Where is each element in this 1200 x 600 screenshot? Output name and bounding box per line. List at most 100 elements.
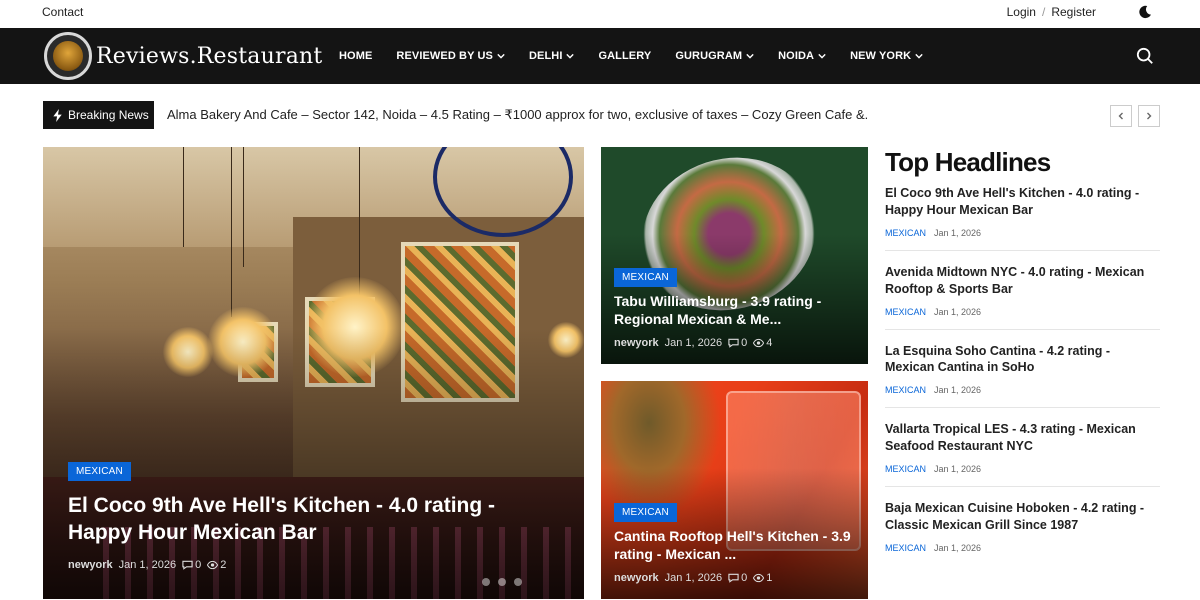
chevron-right-icon — [1147, 112, 1152, 120]
comment-icon — [182, 560, 193, 570]
headline-title[interactable]: Vallarta Tropical LES - 4.3 rating - Mex… — [885, 421, 1160, 455]
nav-item-gallery[interactable]: GALLERY — [598, 50, 651, 62]
nav-item-label: GALLERY — [598, 50, 652, 62]
site-logo[interactable]: Reviews.Restaurant — [44, 32, 322, 80]
nav-item-label: NEW YORK — [850, 50, 912, 62]
post-date: Jan 1, 2026 — [118, 559, 177, 571]
ticker-prev-button[interactable] — [1110, 105, 1132, 127]
chevron-left-icon — [1118, 112, 1123, 120]
post-date: Jan 1, 2026 — [664, 572, 723, 584]
post-meta: newyork Jan 1, 2026 0 2 — [68, 559, 232, 571]
nav-item-gurugram[interactable]: GURUGRAM — [675, 50, 754, 62]
post-author[interactable]: newyork — [68, 559, 113, 571]
view-count: 1 — [766, 572, 773, 584]
headline-meta: MEXICAN Jan 1, 2026 — [885, 464, 1160, 474]
headline-category[interactable]: MEXICAN — [885, 464, 926, 474]
headline-item: Baja Mexican Cuisine Hoboken - 4.2 ratin… — [885, 487, 1160, 565]
chevron-down-icon — [746, 53, 754, 59]
post-card-tabu[interactable]: MEXICAN Tabu Williamsburg - 3.9 rating -… — [601, 147, 868, 364]
headline-title[interactable]: El Coco 9th Ave Hell's Kitchen - 4.0 rat… — [885, 185, 1160, 219]
eye-icon — [207, 560, 219, 570]
category-badge[interactable]: MEXICAN — [68, 462, 131, 481]
post-meta: newyork Jan 1, 2026 0 1 — [614, 572, 778, 584]
headline-date: Jan 1, 2026 — [934, 542, 982, 553]
top-headlines-widget: Top Headlines El Coco 9th Ave Hell's Kit… — [885, 147, 1160, 565]
headline-title[interactable]: La Esquina Soho Cantina - 4.2 rating - M… — [885, 343, 1160, 377]
chevron-down-icon — [566, 53, 575, 59]
post-author[interactable]: newyork — [614, 337, 659, 349]
nav-item-home[interactable]: HOME — [339, 50, 372, 62]
breaking-news-label: Breaking News — [43, 101, 154, 129]
slider-dot[interactable] — [498, 578, 506, 586]
nav-item-label: REVIEWED BY US — [396, 50, 493, 62]
comment-count: 0 — [741, 337, 748, 349]
headline-date: Jan 1, 2026 — [934, 385, 982, 396]
eye-icon — [753, 338, 765, 348]
breaking-news-bar: Breaking News Alma Bakery And Cafe – Sec… — [43, 101, 1160, 129]
nav-item-noida[interactable]: NOIDA — [778, 50, 826, 62]
nav-item-label: HOME — [339, 50, 373, 62]
logo-emblem-icon — [44, 32, 92, 80]
post-meta: newyork Jan 1, 2026 0 4 — [614, 337, 778, 349]
nav-item-new-york[interactable]: NEW YORK — [850, 50, 923, 62]
post-date: Jan 1, 2026 — [664, 337, 723, 349]
eye-icon — [753, 573, 765, 583]
headline-category[interactable]: MEXICAN — [885, 385, 926, 395]
headline-item: La Esquina Soho Cantina - 4.2 rating - M… — [885, 330, 1160, 409]
chevron-down-icon — [497, 53, 505, 59]
chevron-down-icon — [915, 53, 923, 59]
headline-date: Jan 1, 2026 — [934, 306, 982, 317]
headline-item: El Coco 9th Ave Hell's Kitchen - 4.0 rat… — [885, 179, 1160, 251]
nav-item-label: NOIDA — [778, 50, 815, 62]
featured-post-title[interactable]: El Coco 9th Ave Hell's Kitchen - 4.0 rat… — [68, 493, 548, 547]
view-count: 2 — [220, 559, 227, 571]
nav-item-reviewed-by-us[interactable]: REVIEWED BY US — [396, 50, 505, 62]
headline-title[interactable]: Baja Mexican Cuisine Hoboken - 4.2 ratin… — [885, 500, 1160, 534]
featured-post-card[interactable]: MEXICAN El Coco 9th Ave Hell's Kitchen -… — [43, 147, 584, 599]
nav-item-label: DELHI — [528, 50, 563, 62]
logo-text: Reviews.Restaurant — [96, 43, 323, 69]
comment-icon — [728, 573, 739, 583]
post-author[interactable]: newyork — [614, 572, 659, 584]
headline-meta: MEXICAN Jan 1, 2026 — [885, 307, 1160, 317]
nav-item-label: GURUGRAM — [675, 50, 743, 62]
headline-category[interactable]: MEXICAN — [885, 543, 926, 553]
slider-dot[interactable] — [514, 578, 522, 586]
login-link[interactable]: Login — [1007, 5, 1036, 19]
headline-category[interactable]: MEXICAN — [885, 307, 926, 317]
search-icon[interactable] — [1136, 47, 1154, 65]
view-count: 4 — [766, 337, 773, 349]
headline-item: Avenida Midtown NYC - 4.0 rating - Mexic… — [885, 251, 1160, 330]
headline-meta: MEXICAN Jan 1, 2026 — [885, 543, 1160, 553]
headline-title[interactable]: Avenida Midtown NYC - 4.0 rating - Mexic… — [885, 264, 1160, 298]
headline-date: Jan 1, 2026 — [934, 464, 982, 474]
category-badge[interactable]: MEXICAN — [614, 268, 677, 287]
top-headlines-title: Top Headlines — [885, 147, 1051, 177]
register-link[interactable]: Register — [1051, 5, 1096, 19]
chevron-down-icon — [818, 53, 826, 59]
lightning-icon — [53, 108, 62, 122]
comment-count: 0 — [195, 559, 202, 571]
post-title[interactable]: Tabu Williamsburg - 3.9 rating - Regiona… — [614, 293, 854, 329]
slider-dots — [482, 578, 530, 586]
auth-links: Login / Register — [1007, 5, 1096, 19]
ticker-next-button[interactable] — [1138, 105, 1160, 127]
category-badge[interactable]: MEXICAN — [614, 503, 677, 522]
breaking-news-ticker[interactable]: Alma Bakery And Cafe – Sector 142, Noida… — [167, 107, 867, 123]
comment-count: 0 — [741, 572, 748, 584]
moon-icon[interactable] — [1138, 5, 1152, 19]
headline-item: Vallarta Tropical LES - 4.3 rating - Mex… — [885, 408, 1160, 487]
main-navbar: Reviews.Restaurant HOME REVIEWED BY US D… — [0, 28, 1200, 84]
headline-date: Jan 1, 2026 — [934, 227, 982, 238]
headline-category[interactable]: MEXICAN — [885, 228, 926, 238]
post-title[interactable]: Cantina Rooftop Hell's Kitchen - 3.9 rat… — [614, 528, 859, 564]
auth-separator: / — [1041, 5, 1046, 19]
comment-icon — [728, 338, 739, 348]
post-card-cantina[interactable]: MEXICAN Cantina Rooftop Hell's Kitchen -… — [601, 381, 868, 599]
slider-dot[interactable] — [482, 578, 490, 586]
contact-link[interactable]: Contact — [42, 5, 83, 19]
nav-item-delhi[interactable]: DELHI — [529, 50, 575, 62]
headline-meta: MEXICAN Jan 1, 2026 — [885, 385, 1160, 395]
top-bar: Contact Login / Register — [0, 0, 1200, 28]
breaking-news-label-text: Breaking News — [68, 108, 149, 122]
